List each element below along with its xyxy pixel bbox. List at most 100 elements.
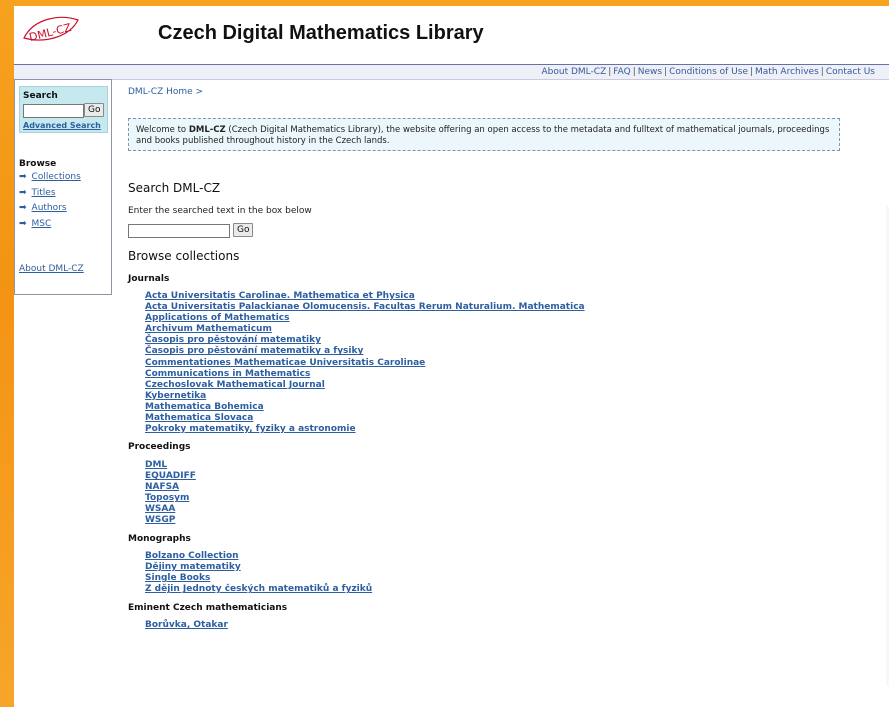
top-nav-link[interactable]: Contact Us	[826, 67, 875, 77]
top-nav-link[interactable]: Conditions of Use	[669, 67, 748, 77]
collection-link[interactable]: Mathematica Bohemica	[145, 402, 264, 412]
list-item: Bolzano Collection	[145, 551, 372, 562]
list-item: Acta Universitatis Carolinae. Mathematic…	[145, 291, 585, 302]
sidebar-search-box: Search Go Advanced Search	[19, 86, 108, 133]
site-title: Czech Digital Mathematics Library	[158, 22, 484, 44]
arrow-right-icon: ➡	[19, 203, 27, 213]
proceedings-list: DML EQUADIFF NAFSA Toposym WSAA WSGP	[145, 460, 196, 527]
list-item: WSGP	[145, 515, 196, 526]
browse-item-msc[interactable]: ➡ MSC	[19, 219, 81, 235]
nav-separator: |	[820, 67, 824, 77]
browse-link-msc[interactable]: MSC	[32, 219, 52, 229]
list-item: Czechoslovak Mathematical Journal	[145, 380, 585, 391]
collection-link[interactable]: Dějiny matematiky	[145, 562, 241, 572]
sidebar-search-label: Search	[23, 91, 58, 101]
list-item: Mathematica Bohemica	[145, 402, 585, 413]
browse-link-collections[interactable]: Collections	[32, 172, 81, 182]
list-item: Z dějin Jednoty českých matematiků a fyz…	[145, 584, 372, 595]
site-header: DML-CZ Czech Digital Mathematics Library	[14, 6, 889, 61]
welcome-brand: DML-CZ	[188, 125, 226, 135]
collection-link[interactable]: Pokroky matematiky, fyziky a astronomie	[145, 424, 356, 434]
collection-link[interactable]: WSAA	[145, 504, 175, 514]
top-nav-link[interactable]: FAQ	[613, 67, 630, 77]
browse-item-collections[interactable]: ➡ Collections	[19, 172, 81, 188]
dml-cz-logo[interactable]: DML-CZ	[20, 14, 82, 46]
page: DML-CZ Czech Digital Mathematics Library…	[14, 6, 889, 707]
collection-link[interactable]: Czechoslovak Mathematical Journal	[145, 380, 325, 390]
collection-link[interactable]: Z dějin Jednoty českých matematiků a fyz…	[145, 584, 372, 594]
collection-link[interactable]: NAFSA	[145, 482, 179, 492]
top-nav-link[interactable]: About DML-CZ	[542, 67, 607, 77]
search-heading: Search DML-CZ	[128, 181, 221, 195]
list-item: Borůvka, Otakar	[145, 620, 228, 631]
browse-link-titles[interactable]: Titles	[32, 188, 56, 198]
category-proceedings: Proceedings	[128, 442, 191, 452]
list-item: Časopis pro pěstování matematiky a fysik…	[145, 346, 585, 357]
top-nav-link[interactable]: News	[638, 67, 662, 77]
collection-link[interactable]: Borůvka, Otakar	[145, 620, 228, 630]
list-item: Commentationes Mathematicae Universitati…	[145, 358, 585, 369]
collection-link[interactable]: Applications of Mathematics	[145, 313, 290, 323]
collection-link[interactable]: Commentationes Mathematicae Universitati…	[145, 358, 425, 368]
svg-text:DML-CZ: DML-CZ	[28, 21, 73, 44]
sidebar-search-input[interactable]	[23, 104, 84, 118]
collection-link[interactable]: Acta Universitatis Palackianae Olomucens…	[145, 302, 585, 312]
top-nav-bar: About DML-CZ | FAQ | News | Conditions of Use |…	[14, 64, 889, 80]
list-item: DML	[145, 460, 196, 471]
main-search-input[interactable]	[128, 224, 230, 238]
collection-link[interactable]: EQUADIFF	[145, 471, 196, 481]
list-item: Mathematica Slovaca	[145, 413, 585, 424]
collection-link[interactable]: Mathematica Slovaca	[145, 413, 253, 423]
collection-link[interactable]: Časopis pro pěstování matematiky	[145, 335, 321, 345]
left-sidebar: Search Go Advanced Search Browse ➡ Collec…	[14, 79, 112, 295]
nav-separator: |	[750, 67, 754, 77]
arrow-right-icon: ➡	[19, 218, 27, 229]
browse-item-titles[interactable]: ➡ Titles	[19, 188, 81, 204]
browse-item-authors[interactable]: ➡ Authors	[19, 203, 81, 219]
list-item: NAFSA	[145, 482, 196, 493]
list-item: Applications of Mathematics	[145, 313, 585, 324]
monographs-list: Bolzano Collection Dějiny matematiky Singl…	[145, 551, 372, 595]
list-item: Kybernetika	[145, 391, 585, 402]
list-item: WSAA	[145, 504, 196, 515]
main-go-button[interactable]: Go	[233, 223, 254, 237]
collection-link[interactable]: Communications in Mathematics	[145, 369, 310, 379]
browse-title: Browse	[19, 159, 57, 169]
collection-link[interactable]: Kybernetika	[145, 391, 206, 401]
eminent-list: Borůvka, Otakar	[145, 620, 228, 631]
collection-link[interactable]: Časopis pro pěstování matematiky a fysik…	[145, 346, 363, 356]
welcome-box: Welcome to DML-CZ (Czech Digital Mathema…	[128, 118, 840, 151]
list-item: EQUADIFF	[145, 471, 196, 482]
list-item: Dějiny matematiky	[145, 562, 372, 573]
arrow-right-icon: ➡	[19, 172, 27, 182]
collection-link[interactable]: Acta Universitatis Carolinae. Mathematic…	[145, 291, 415, 301]
collection-link[interactable]: Toposym	[145, 493, 189, 503]
top-nav-link[interactable]: Math Archives	[755, 67, 819, 77]
list-item: Pokroky matematiky, fyziky a astronomie	[145, 424, 585, 435]
advanced-search-link[interactable]: Advanced Search	[23, 121, 101, 130]
browse-list: ➡ Collections ➡ Titles ➡ Authors ➡ MSC	[19, 172, 81, 234]
breadcrumb[interactable]: DML-CZ Home >	[128, 87, 203, 97]
category-journals: Journals	[128, 274, 170, 284]
search-hint: Enter the searched text in the box below	[128, 206, 312, 216]
list-item: Single Books	[145, 573, 372, 584]
list-item: Časopis pro pěstování matematiky	[145, 335, 585, 346]
browse-collections-heading: Browse collections	[128, 249, 240, 263]
welcome-text: (Czech Digital Mathematics Library), the…	[136, 125, 830, 146]
collection-link[interactable]: Bolzano Collection	[145, 551, 239, 561]
list-item: Archivum Mathematicum	[145, 324, 585, 335]
collection-link[interactable]: WSGP	[145, 515, 175, 525]
about-dml-cz-link[interactable]: About DML-CZ	[19, 264, 84, 274]
collection-link[interactable]: Single Books	[145, 573, 210, 583]
journals-list: Acta Universitatis Carolinae. Mathematic…	[145, 291, 585, 435]
top-nav-links: About DML-CZ | FAQ | News | Conditions of Use |…	[542, 67, 889, 77]
sidebar-go-button[interactable]: Go	[84, 103, 105, 117]
arrow-right-icon: ➡	[19, 187, 27, 198]
collection-link[interactable]: DML	[145, 460, 167, 470]
nav-separator: |	[632, 67, 636, 77]
category-eminent: Eminent Czech mathematicians	[128, 603, 288, 613]
list-item: Toposym	[145, 493, 196, 504]
list-item: Communications in Mathematics	[145, 369, 585, 380]
browse-link-authors[interactable]: Authors	[32, 203, 67, 213]
collection-link[interactable]: Archivum Mathematicum	[145, 324, 272, 334]
